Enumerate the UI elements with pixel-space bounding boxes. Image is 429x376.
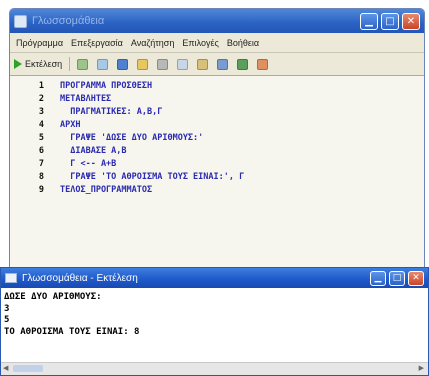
save-icon[interactable] (117, 58, 129, 70)
menu-search[interactable]: Αναζήτηση (129, 38, 176, 48)
toolbar-separator (69, 57, 71, 71)
menu-help[interactable]: Βοήθεια (225, 38, 261, 48)
cut-icon[interactable] (157, 58, 169, 70)
code-line[interactable]: 5 ΓΡΑΨΕ 'ΔΩΣΕ ΔΥΟ ΑΡΙΘΜΟΥΣ:' (10, 132, 424, 144)
output-line: 5 (4, 315, 10, 325)
code-editor[interactable]: 1 ΠΡΟΓΡΑΜΜΑ ΠΡΟΣΘΕΣΗ 2 ΜΕΤΑΒΛΗΤΕΣ 3 ΠΡΑΓΜΑΤΙ… (10, 75, 424, 275)
close-button[interactable]: ✕ (402, 12, 420, 30)
run-button[interactable]: Εκτέλεση (14, 59, 62, 69)
minimize-icon: ▁ (374, 273, 382, 283)
line-number: 7 (38, 159, 44, 169)
line-number: 4 (38, 120, 44, 130)
code-text: ΠΡΑΓΜΑΤΙΚΕΣ: Α,Β,Γ (60, 107, 163, 117)
scroll-right-icon[interactable]: ▶ (419, 364, 424, 372)
code-text: ΠΡΟΓΡΑΜΜΑ ΠΡΟΣΘΕΣΗ (60, 81, 153, 91)
menu-options[interactable]: Επιλογές (180, 38, 220, 48)
line-number: 6 (38, 146, 44, 156)
code-line[interactable]: 3 ΠΡΑΓΜΑΤΙΚΕΣ: Α,Β,Γ (10, 106, 424, 118)
line-number: 3 (38, 107, 44, 117)
console-icon (5, 273, 17, 283)
line-number: 9 (38, 185, 44, 195)
replace-icon[interactable] (237, 58, 249, 70)
close-icon: ✕ (412, 273, 420, 283)
console-window: Γλωσσομάθεια - Εκτέλεση ▁ □ ✕ ΔΩΣΕ ΔΥΟ Α… (0, 267, 429, 376)
minimize-icon: ▁ (365, 15, 373, 27)
redo-icon[interactable] (97, 58, 109, 70)
toolbar: Εκτέλεση (10, 53, 424, 76)
line-number: 5 (38, 133, 44, 143)
help-icon[interactable] (257, 58, 269, 70)
output-line: 3 (4, 303, 10, 314)
copy-icon[interactable] (177, 58, 189, 70)
console-title: Γλωσσομάθεια - Εκτέλεση (22, 272, 138, 284)
console-close-button[interactable]: ✕ (408, 270, 424, 286)
code-text: ΔΙΑΒΑΣΕ Α,Β (60, 146, 127, 156)
menubar: Πρόγραμμα Επεξεργασία Αναζήτηση Επιλογές… (10, 33, 424, 53)
app-icon (14, 14, 27, 28)
code-line[interactable]: 9 ΤΕΛΟΣ_ΠΡΟΓΡΑΜΜΑΤΟΣ (10, 184, 424, 196)
maximize-icon: □ (385, 15, 395, 27)
console-maximize-button[interactable]: □ (389, 270, 405, 286)
code-line[interactable]: 8 ΓΡΑΨΕ 'ΤΟ ΑΘΡΟΙΣΜΑ ΤΟΥΣ ΕΙΝΑΙ:', Γ (10, 171, 424, 183)
editor-window: Γλωσσομάθεια ▁ □ ✕ Πρόγραμμα Επεξεργασία… (9, 8, 425, 276)
code-line[interactable]: 6 ΔΙΑΒΑΣΕ Α,Β (10, 145, 424, 157)
run-label: Εκτέλεση (25, 59, 63, 69)
scroll-left-icon[interactable]: ◀ (3, 364, 8, 372)
code-line[interactable]: 1 ΠΡΟΓΡΑΜΜΑ ΠΡΟΣΘΕΣΗ (10, 80, 424, 92)
find-icon[interactable] (217, 58, 229, 70)
menu-program[interactable]: Πρόγραμμα (14, 38, 65, 48)
code-line[interactable]: 2 ΜΕΤΑΒΛΗΤΕΣ (10, 93, 424, 105)
console-output: ΔΩΣΕ ΔΥΟ ΑΡΙΘΜΟΥΣ: 3 5 ΤΟ ΑΘΡΟΙΣΜΑ ΤΟΥΣ … (1, 288, 428, 363)
play-icon (14, 59, 22, 69)
console-titlebar[interactable]: Γλωσσομάθεια - Εκτέλεση ▁ □ ✕ (1, 268, 428, 288)
code-text: ΑΡΧΗ (60, 120, 81, 130)
line-number: 1 (38, 81, 44, 91)
editor-titlebar[interactable]: Γλωσσομάθεια ▁ □ ✕ (10, 9, 424, 33)
code-text: Γ <-- Α+Β (60, 159, 117, 169)
close-icon: ✕ (406, 15, 416, 27)
code-text: ΤΕΛΟΣ_ΠΡΟΓΡΑΜΜΑΤΟΣ (60, 185, 153, 195)
editor-title: Γλωσσομάθεια (32, 15, 105, 27)
code-text: ΓΡΑΨΕ 'ΔΩΣΕ ΔΥΟ ΑΡΙΘΜΟΥΣ:' (60, 133, 204, 143)
undo-icon[interactable] (77, 58, 89, 70)
output-line: ΤΟ ΑΘΡΟΙΣΜΑ ΤΟΥΣ ΕΙΝΑΙ: 8 (4, 326, 140, 337)
code-text: ΓΡΑΨΕ 'ΤΟ ΑΘΡΟΙΣΜΑ ΤΟΥΣ ΕΙΝΑΙ:', Γ (60, 172, 245, 182)
line-number: 8 (38, 172, 44, 182)
code-line[interactable]: 4 ΑΡΧΗ (10, 119, 424, 131)
maximize-button[interactable]: □ (381, 12, 399, 30)
horizontal-scrollbar[interactable]: ◀ ▶ (1, 362, 428, 375)
scrollbar-thumb[interactable] (13, 365, 43, 372)
minimize-button[interactable]: ▁ (360, 12, 378, 30)
maximize-icon: □ (392, 273, 402, 283)
code-text: ΜΕΤΑΒΛΗΤΕΣ (60, 94, 112, 104)
paste-icon[interactable] (197, 58, 209, 70)
menu-edit[interactable]: Επεξεργασία (69, 38, 125, 48)
output-line: ΔΩΣΕ ΔΥΟ ΑΡΙΘΜΟΥΣ: (4, 292, 102, 302)
console-minimize-button[interactable]: ▁ (370, 270, 386, 286)
line-number: 2 (38, 94, 44, 104)
open-icon[interactable] (137, 58, 149, 70)
code-line[interactable]: 7 Γ <-- Α+Β (10, 158, 424, 170)
